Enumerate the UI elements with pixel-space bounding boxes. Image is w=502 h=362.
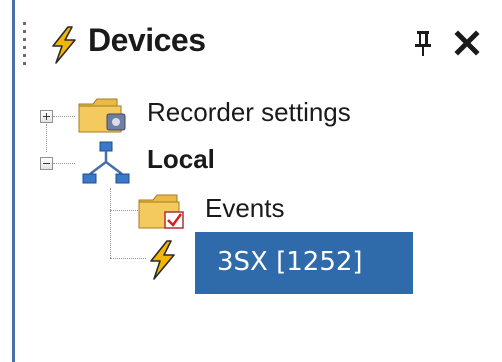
tree-connector (110, 210, 138, 211)
folder-events-icon (138, 194, 184, 229)
expand-button-recorder-settings[interactable] (40, 110, 53, 123)
tree-connector (53, 163, 75, 164)
collapse-button-local[interactable] (40, 157, 53, 170)
panel-title: Devices (88, 22, 206, 58)
drag-grip-icon[interactable] (22, 22, 28, 72)
tree-item-selected[interactable]: 3SX [1252] (195, 232, 413, 294)
tree-item-label[interactable]: Recorder settings (147, 97, 351, 128)
tree-connector (46, 124, 47, 152)
folder-settings-icon (78, 98, 126, 133)
tree-item-label[interactable]: Local (147, 144, 215, 175)
tree-connector (110, 258, 146, 259)
tree-item-label[interactable]: 3SX [1252] (217, 247, 363, 277)
pin-icon[interactable] (411, 28, 435, 58)
tree-connector (110, 188, 111, 258)
devices-panel: Devices Recorder settings Local Events 3… (0, 0, 502, 362)
close-icon[interactable] (452, 28, 482, 58)
tree-item-label[interactable]: Events (205, 193, 285, 224)
tree-connector (53, 116, 75, 117)
lightning-bolt-icon (150, 240, 175, 280)
network-icon (82, 141, 130, 184)
lightning-bolt-icon (52, 26, 76, 64)
